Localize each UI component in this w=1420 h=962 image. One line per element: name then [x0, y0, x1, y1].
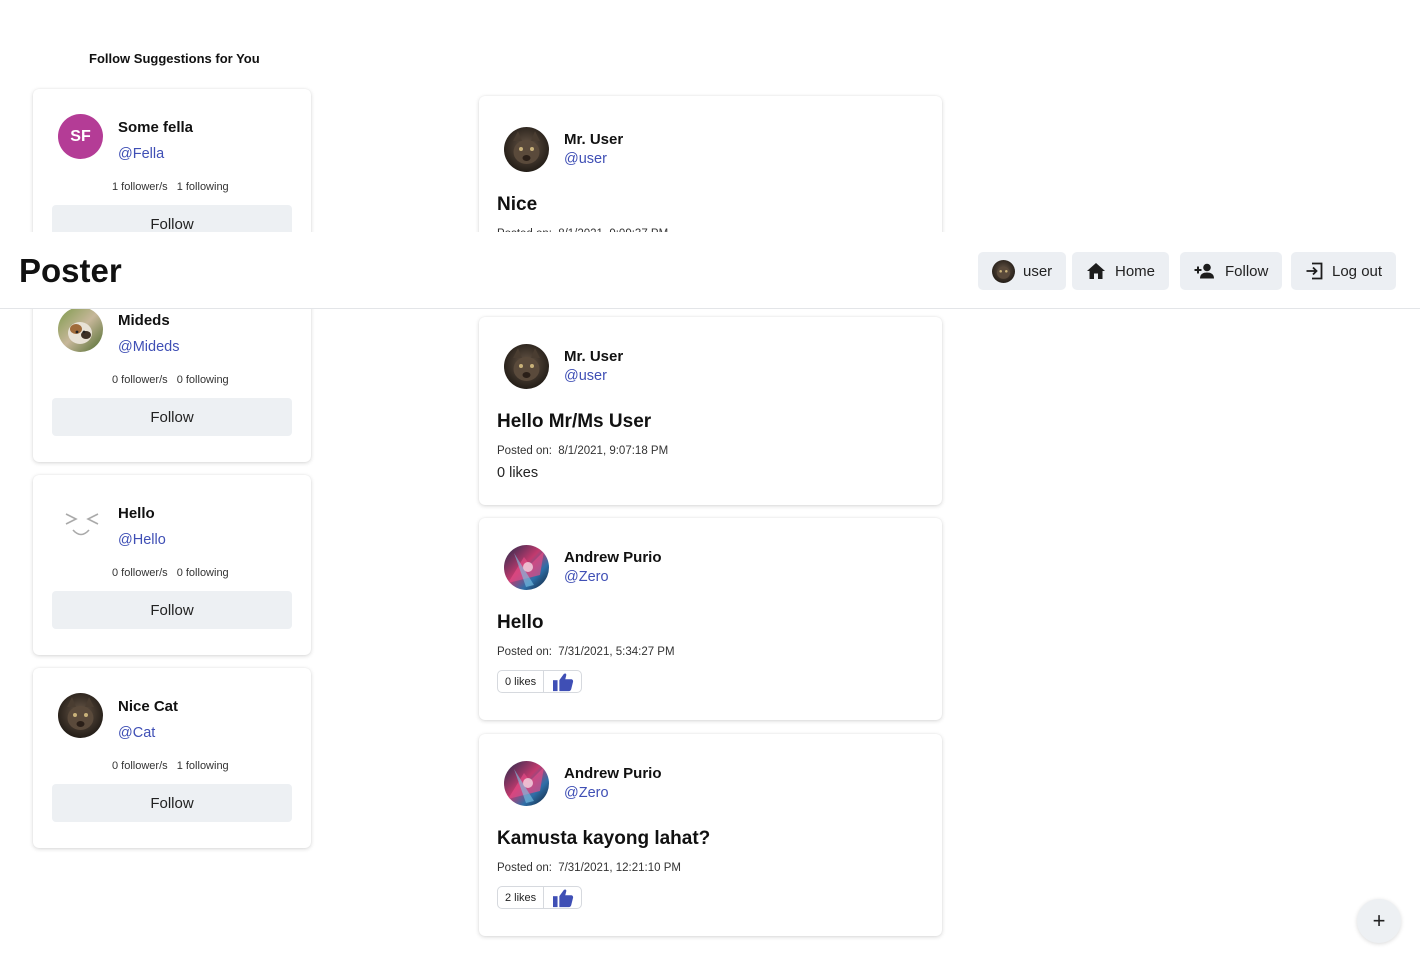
follow-button[interactable]: Follow — [52, 398, 292, 436]
post-card: Andrew Purio @Zero Hello Posted on: 7/31… — [479, 518, 942, 720]
posted-label: Posted on: — [497, 646, 552, 658]
add-post-button[interactable]: + — [1357, 899, 1401, 943]
like-button[interactable] — [544, 887, 581, 908]
suggestion-stats: 1 follower/s 1 following — [112, 181, 229, 193]
post-card: Mr. User @user Hello Mr/Ms User Posted o… — [479, 317, 942, 505]
home-label: Home — [1115, 262, 1156, 280]
suggestion-name[interactable]: Mideds — [118, 312, 170, 329]
suggestion-handle[interactable]: @Fella — [118, 146, 164, 162]
plus-icon: + — [1372, 908, 1386, 933]
suggestions-title: Follow Suggestions for You — [89, 51, 260, 66]
post-handle[interactable]: @user — [564, 151, 607, 167]
posted-label: Posted on: — [497, 862, 552, 874]
cat-photo-avatar — [504, 127, 549, 172]
cat-photo-avatar — [58, 307, 103, 352]
like-group: 0 likes — [497, 670, 583, 693]
likes-count: 0 likes — [497, 465, 539, 481]
thumbs-up-icon — [552, 672, 573, 691]
initials-avatar: SF — [58, 114, 103, 159]
post-author[interactable]: Andrew Purio — [564, 765, 662, 782]
user-avatar — [992, 259, 1015, 283]
posted-label: Posted on: — [497, 445, 552, 457]
avatar-initials: SF — [70, 127, 91, 145]
following-count: 1 following — [176, 181, 229, 193]
cat-photo-avatar — [504, 344, 549, 389]
home-button[interactable]: Home — [1072, 252, 1170, 290]
suggestion-card: Hello @Hello 0 follower/s 0 following Fo… — [33, 475, 311, 655]
likes-count: 0 likes — [498, 671, 545, 692]
post-content: Nice — [497, 194, 538, 215]
logout-label: Log out — [1332, 262, 1383, 280]
suggestion-stats: 0 follower/s 0 following — [112, 374, 229, 386]
post-content: Hello Mr/Ms User — [497, 411, 652, 432]
followers-count: 1 follower/s — [112, 181, 168, 193]
post-timestamp: Posted on: 7/31/2021, 12:21:10 PM — [497, 862, 681, 874]
following-count: 1 following — [176, 760, 229, 772]
posted-date: 8/1/2021, 9:07:18 PM — [558, 445, 669, 457]
likes-count: 2 likes — [498, 887, 545, 908]
suggestion-handle[interactable]: @Hello — [118, 532, 166, 548]
post-author[interactable]: Andrew Purio — [564, 549, 662, 566]
following-count: 0 following — [176, 374, 229, 386]
anime-avatar — [504, 761, 549, 806]
following-count: 0 following — [176, 567, 229, 579]
add-person-icon — [1194, 263, 1216, 279]
anime-avatar — [504, 545, 549, 590]
suggestion-handle[interactable]: @Mideds — [118, 339, 179, 355]
suggestion-card: Mideds @Mideds 0 follower/s 0 following … — [33, 282, 311, 462]
post-author[interactable]: Mr. User — [564, 131, 623, 148]
post-timestamp: Posted on: 7/31/2021, 5:34:27 PM — [497, 646, 675, 658]
follow-nav-button[interactable]: Follow — [1180, 252, 1283, 290]
post-content: Hello — [497, 612, 544, 633]
post-timestamp: Posted on: 8/1/2021, 9:07:18 PM — [497, 445, 668, 457]
posted-date: 7/31/2021, 12:21:10 PM — [558, 862, 681, 874]
suggestion-card: Nice Cat @Cat 0 follower/s 1 following F… — [33, 668, 311, 848]
post-author[interactable]: Mr. User — [564, 348, 623, 365]
cat-photo-avatar — [58, 693, 103, 738]
logout-icon — [1305, 262, 1323, 280]
posted-date: 7/31/2021, 5:34:27 PM — [558, 646, 675, 658]
like-button[interactable] — [544, 671, 581, 692]
post-content: Kamusta kayong lahat? — [497, 828, 711, 849]
followers-count: 0 follower/s — [112, 567, 168, 579]
followers-count: 0 follower/s — [112, 760, 168, 772]
suggestion-name[interactable]: Some fella — [118, 119, 193, 136]
profile-label: user — [1023, 262, 1053, 280]
like-group: 2 likes — [497, 886, 583, 909]
suggestion-name[interactable]: Hello — [118, 505, 155, 522]
suggestion-handle[interactable]: @Cat — [118, 725, 155, 741]
post-handle[interactable]: @Zero — [564, 569, 609, 585]
post-handle[interactable]: @Zero — [564, 785, 609, 801]
logout-button[interactable]: Log out — [1291, 252, 1397, 290]
brand-logo[interactable]: Poster — [19, 252, 122, 290]
followers-count: 0 follower/s — [112, 374, 168, 386]
top-app-bar: Poster user Home Follow Log out — [0, 232, 1420, 309]
suggestion-stats: 0 follower/s 1 following — [112, 760, 229, 772]
profile-button[interactable]: user — [978, 252, 1067, 290]
post-handle[interactable]: @user — [564, 368, 607, 384]
suggestion-stats: 0 follower/s 0 following — [112, 567, 229, 579]
follow-button[interactable]: Follow — [52, 784, 292, 822]
follow-button[interactable]: Follow — [52, 591, 292, 629]
suggestion-name[interactable]: Nice Cat — [118, 698, 178, 715]
post-card: Andrew Purio @Zero Kamusta kayong lahat?… — [479, 734, 942, 936]
home-icon — [1086, 262, 1106, 280]
smiley-face-avatar — [58, 500, 103, 545]
follow-nav-label: Follow — [1225, 262, 1269, 280]
thumbs-up-icon — [552, 888, 573, 907]
